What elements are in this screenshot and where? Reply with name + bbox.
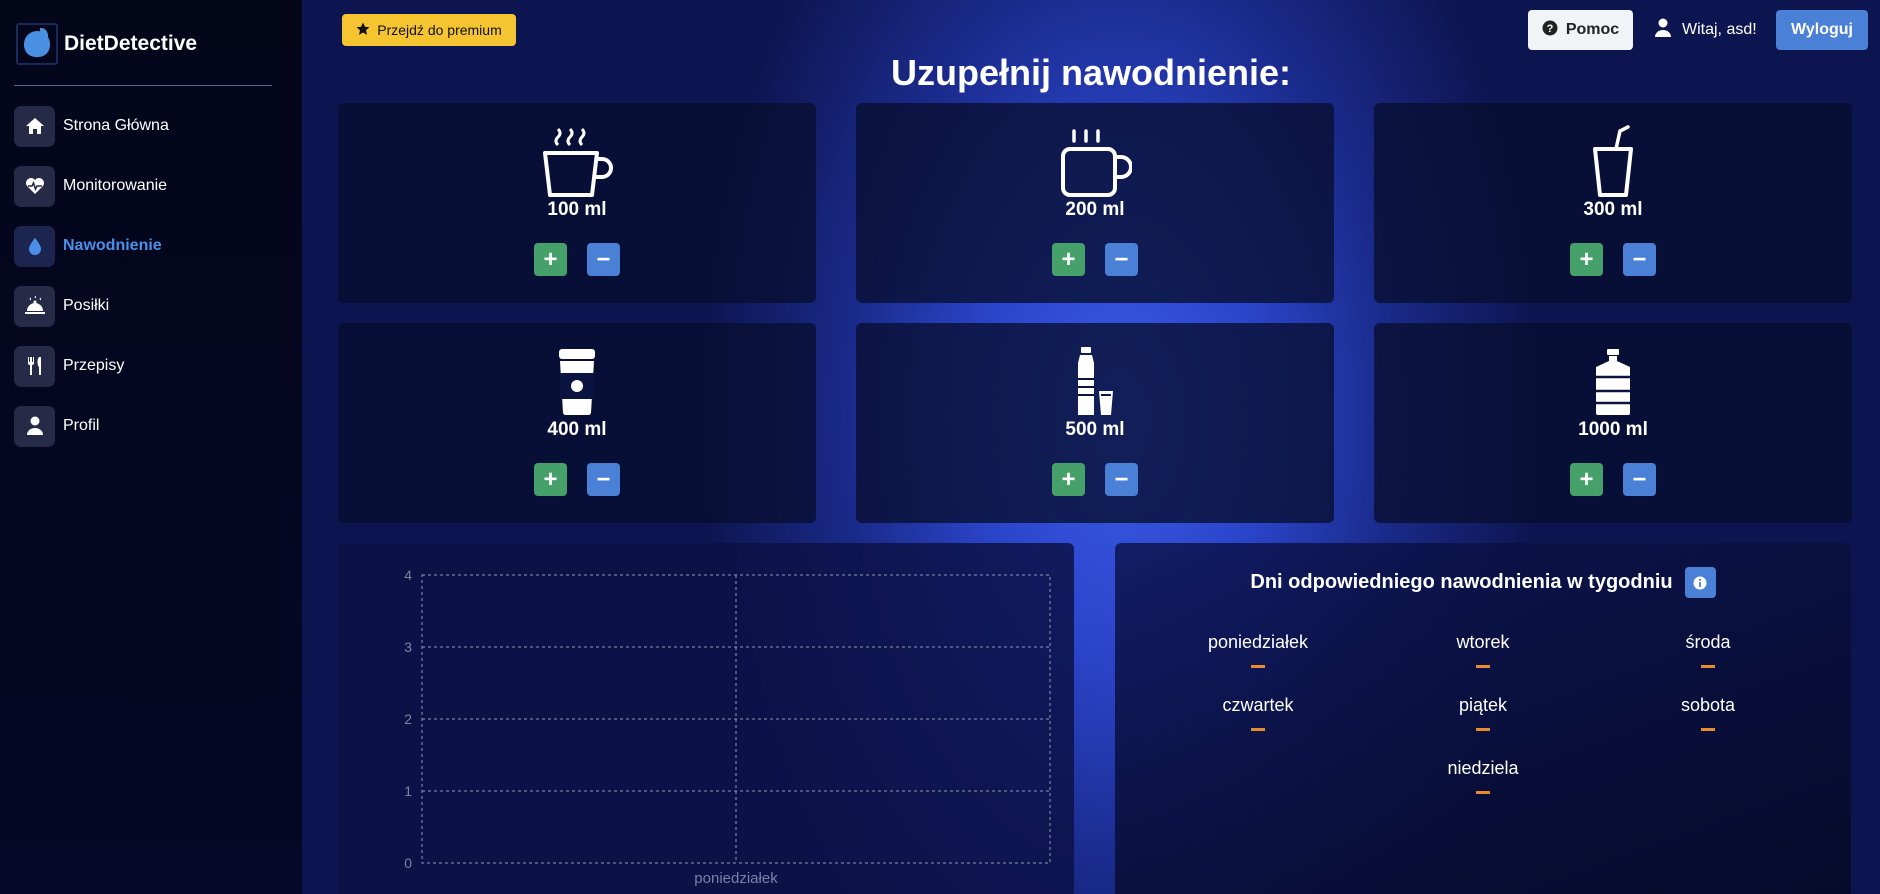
app-name: DietDetective: [64, 32, 198, 55]
apple-logo-icon: [16, 23, 58, 65]
info-icon: [1693, 576, 1707, 589]
logo[interactable]: DietDetective: [16, 22, 197, 66]
day-name: środa: [1685, 632, 1731, 652]
logout-button[interactable]: Wyloguj: [1776, 10, 1868, 50]
y-tick-label: 3: [404, 639, 412, 655]
day-item: wtorek: [1383, 632, 1583, 668]
sidebar-item-przepisy[interactable]: Przepisy: [14, 344, 284, 388]
day-status: [1251, 728, 1265, 731]
sidebar-item-label: Monitorowanie: [63, 177, 168, 194]
mug-icon: [856, 121, 1334, 199]
add-500-button[interactable]: +: [1052, 463, 1085, 496]
drink-card-1000: 1000 ml + −: [1374, 323, 1852, 523]
day-name: poniedziałek: [1207, 632, 1309, 652]
sidebar-item-label: Przepisy: [63, 357, 125, 374]
y-tick-label: 2: [404, 711, 412, 727]
bottle-glass-icon: [856, 341, 1334, 419]
add-400-button[interactable]: +: [534, 463, 567, 496]
day-item: środa: [1608, 632, 1808, 668]
premium-label: Przejdź do premium: [377, 22, 502, 38]
day-name: niedziela: [1447, 758, 1519, 778]
help-button[interactable]: ? Pomoc: [1528, 10, 1633, 50]
drink-card-200: 200 ml + −: [856, 103, 1334, 303]
day-status: [1701, 665, 1715, 668]
drink-card-100: 100 ml + −: [338, 103, 816, 303]
day-item: poniedziałek: [1158, 632, 1358, 668]
sidebar-item-profil[interactable]: Profil: [14, 404, 284, 448]
greeting-text: Witaj, asd!: [1682, 21, 1757, 38]
user-icon: [1654, 18, 1672, 43]
drink-amount: 200 ml: [1065, 199, 1125, 220]
sidebar-item-label: Nawodnienie: [63, 237, 162, 254]
drink-amount: 1000 ml: [1578, 419, 1648, 440]
day-name: sobota: [1680, 695, 1736, 715]
day-status: [1701, 728, 1715, 731]
svg-text:?: ?: [1546, 23, 1553, 35]
day-status: [1476, 728, 1490, 731]
sidebar-item-posilki[interactable]: Posiłki: [14, 284, 284, 328]
day-name: czwartek: [1222, 695, 1294, 715]
sidebar-item-label: Posiłki: [63, 297, 110, 314]
sidebar-item-monitorowanie[interactable]: Monitorowanie: [14, 164, 284, 208]
y-tick-label: 4: [404, 567, 412, 583]
sidebar-item-label: Strona Główna: [63, 117, 169, 134]
add-200-button[interactable]: +: [1052, 243, 1085, 276]
x-tick-label: poniedziałek: [694, 870, 778, 887]
day-item: czwartek: [1158, 695, 1358, 731]
drink-card-300: 300 ml + −: [1374, 103, 1852, 303]
remove-100-button[interactable]: −: [587, 243, 620, 276]
day-name: wtorek: [1456, 632, 1510, 652]
heart-pulse-icon: [14, 165, 55, 207]
hydration-chart: 0 1 2 3 4 poniedziałek: [404, 567, 1051, 887]
drink-card-500: 500 ml + −: [856, 323, 1334, 523]
day-status: [1476, 665, 1490, 668]
drink-amount: 100 ml: [547, 199, 607, 220]
hydration-chart-panel: 0 1 2 3 4 poniedziałek: [338, 543, 1074, 894]
drink-amount: 400 ml: [547, 419, 607, 440]
hot-cup-icon: [338, 121, 816, 199]
add-300-button[interactable]: +: [1570, 243, 1603, 276]
glass-straw-icon: [1374, 121, 1852, 199]
day-status: [1476, 791, 1490, 794]
cloche-icon: [14, 285, 55, 327]
water-jug-icon: [1374, 341, 1852, 419]
sidebar-item-nawodnienie[interactable]: Nawodnienie: [14, 224, 284, 268]
y-tick-label: 1: [404, 783, 412, 799]
sidebar-item-strona-glowna[interactable]: Strona Główna: [14, 104, 284, 148]
question-circle-icon: ?: [1542, 20, 1558, 41]
drink-card-400: 400 ml + −: [338, 323, 816, 523]
water-drop-icon: [14, 225, 55, 267]
user-icon: [14, 405, 55, 447]
star-icon: [356, 22, 370, 39]
day-name: piątek: [1458, 695, 1508, 715]
drink-amount: 500 ml: [1065, 419, 1125, 440]
day-status: [1251, 665, 1265, 668]
add-1000-button[interactable]: +: [1570, 463, 1603, 496]
y-tick-label: 0: [404, 855, 412, 871]
home-icon: [14, 105, 55, 147]
remove-400-button[interactable]: −: [587, 463, 620, 496]
utensils-icon: [14, 345, 55, 387]
sidebar-item-label: Profil: [63, 417, 100, 434]
day-item: niedziela: [1383, 758, 1583, 794]
remove-500-button[interactable]: −: [1105, 463, 1138, 496]
week-title: Dni odpowiedniego nawodnienia w tygodniu: [1250, 571, 1673, 593]
sidebar-nav: Strona Główna Monitorowanie Nawodnienie …: [14, 104, 284, 464]
day-item: piątek: [1383, 695, 1583, 731]
drink-amount: 300 ml: [1583, 199, 1643, 220]
help-label: Pomoc: [1565, 21, 1620, 38]
page-title: Uzupełnij nawodnienie:: [890, 52, 1291, 93]
day-item: sobota: [1608, 695, 1808, 731]
sidebar-divider: [14, 85, 272, 86]
remove-200-button[interactable]: −: [1105, 243, 1138, 276]
add-100-button[interactable]: +: [534, 243, 567, 276]
info-button[interactable]: [1684, 567, 1716, 598]
sidebar: DietDetective Strona Główna Monitorowani…: [0, 0, 302, 894]
remove-1000-button[interactable]: −: [1623, 463, 1656, 496]
remove-300-button[interactable]: −: [1623, 243, 1656, 276]
premium-button[interactable]: Przejdź do premium: [342, 14, 516, 46]
user-greeting: Witaj, asd!: [1654, 18, 1757, 42]
coffee-to-go-icon: [338, 341, 816, 419]
week-hydration-panel: Dni odpowiedniego nawodnienia w tygodniu…: [1115, 543, 1851, 894]
